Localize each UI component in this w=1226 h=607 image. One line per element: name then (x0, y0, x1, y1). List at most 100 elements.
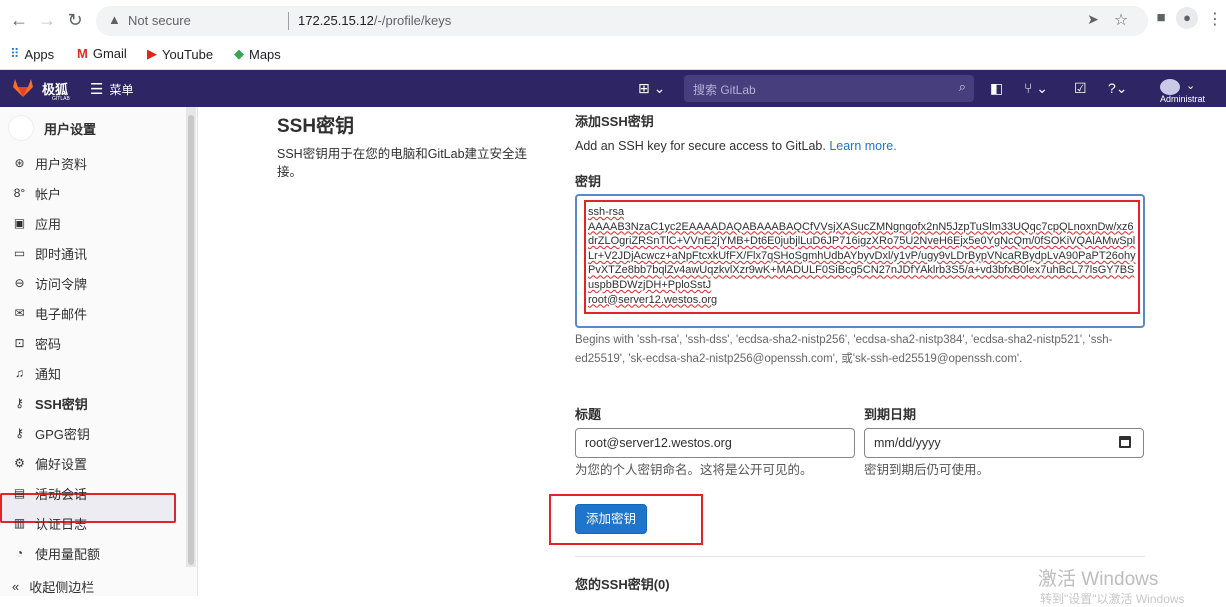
merge-requests-icon[interactable]: ⑂ ⌄ (1024, 80, 1048, 97)
sidebar-item-profile[interactable]: ⊛ 用户资料 (12, 152, 87, 174)
security-label: Not secure (128, 13, 191, 28)
sidebar-item-label: 即时通讯 (35, 246, 88, 262)
avatar[interactable] (1160, 79, 1180, 95)
sidebar-title: 用户设置 (44, 121, 97, 137)
activation-watermark-sub: 转到"设置"以激活 Windows (1040, 592, 1185, 606)
key-comment: root@server12.westos.org (588, 293, 718, 306)
apps-grid-icon: ⠿ (10, 46, 20, 61)
form-subtitle: Add an SSH key for secure access to GitL… (575, 139, 897, 153)
sidebar-item-label: 偏好设置 (35, 456, 88, 472)
back-icon[interactable]: ← (8, 8, 30, 32)
create-new-icon[interactable]: ⊞ ⌄ (638, 80, 665, 97)
search-icon: ⌕ (958, 79, 966, 94)
sidebar-item-access-tokens[interactable]: ⊖ 访问令牌 (12, 272, 87, 294)
sidebar-item-label: 活动会话 (35, 486, 88, 502)
address-bar[interactable]: ▲ Not secure 172.25.15.12/-/profile/keys… (96, 6, 1148, 36)
sidebar-item-label: GPG密钥 (35, 426, 90, 442)
key-hint: Begins with 'ssh-rsa', 'ssh-dss', 'ecdsa… (575, 334, 1113, 365)
title-label: 标题 (575, 407, 602, 422)
sidebar-item-label: SSH密钥 (35, 396, 88, 412)
warning-icon: ▲ (108, 12, 121, 27)
sidepanel-icon[interactable]: ■ (1150, 9, 1172, 26)
star-icon[interactable]: ☆ (1110, 10, 1132, 30)
title-hint: 为您的个人密钥命名。这将是公开可见的。 (575, 463, 813, 477)
sidebar-item-ssh-keys[interactable]: ⚷ SSH密钥 (12, 392, 88, 414)
bookmark-gmail[interactable]: M Gmail (77, 46, 127, 61)
calendar-icon[interactable] (1119, 436, 1131, 448)
hamburger-icon: ☰ (90, 81, 104, 98)
sidebar-item-label: 使用量配额 (35, 546, 101, 562)
menu-label: 菜单 (109, 82, 134, 97)
gmail-icon: M (77, 46, 88, 61)
sidebar-item-active-sessions[interactable]: ▤ 活动会话 (12, 482, 87, 504)
key-body: AAAAB3NzaC1yc2EAAAADAQABAAABAQCfVVsjXASu… (588, 220, 1136, 291)
url-path: /-/profile/keys (373, 13, 452, 28)
sidebar-item-notifications[interactable]: ♫ 通知 (12, 362, 61, 384)
chat-icon: ▭ (13, 246, 26, 260)
issues-icon[interactable]: ◧ (990, 80, 1003, 97)
bookmark-maps[interactable]: ◆ Maps (234, 46, 281, 62)
main-menu-button[interactable]: ☰ 菜单 (90, 80, 133, 98)
key-icon: ⚷ (15, 396, 24, 410)
bookmark-label: Gmail (92, 46, 127, 61)
reload-icon[interactable]: ↻ (64, 8, 86, 32)
page-description: SSH密钥用于在您的电脑和GitLab建立安全连接。 (277, 147, 528, 179)
learn-more-link[interactable]: Learn more. (829, 139, 896, 153)
mail-icon: ✉ (14, 306, 25, 320)
title-input[interactable]: root@server12.westos.org (575, 428, 855, 458)
forward-icon[interactable]: → (36, 8, 58, 32)
user-icon: ⊛ (14, 156, 25, 170)
collapse-label: 收起侧边栏 (29, 580, 95, 595)
sidebar-item-applications[interactable]: ▣ 应用 (12, 212, 61, 234)
avatar (8, 115, 34, 141)
more-menu-icon[interactable]: ⋮ (1204, 9, 1226, 29)
section-divider (575, 556, 1145, 557)
search-input[interactable]: 搜索 GitLab ⌕ (684, 75, 974, 102)
gitlab-header: 极狐 GITLAB ☰ 菜单 ⊞ ⌄ 搜索 GitLab ⌕ ◧ ⑂ ⌄ ☑ ?⌄ … (0, 70, 1226, 107)
sidebar-item-label: 通知 (35, 366, 62, 382)
user-label[interactable]: Administrat (1160, 94, 1205, 104)
sidebar-item-account[interactable]: 8° 帐户 (12, 182, 61, 204)
sidebar-item-chat[interactable]: ▭ 即时通讯 (12, 242, 87, 264)
maps-icon: ◆ (234, 46, 244, 61)
todo-icon[interactable]: ☑ (1074, 80, 1087, 97)
help-icon[interactable]: ?⌄ (1108, 80, 1128, 97)
sidebar-item-usage-quotas[interactable]: ◔ 使用量配额 (12, 542, 100, 564)
sidebar-item-emails[interactable]: ✉ 电子邮件 (12, 302, 87, 324)
expiry-date-input[interactable]: mm/dd/yyyy (864, 428, 1144, 458)
url-text: 172.25.15.12/-/profile/keys (298, 13, 451, 28)
sidebar-item-label: 认证日志 (35, 516, 88, 532)
collapse-sidebar-button[interactable]: « 收起侧边栏 (12, 577, 94, 596)
add-key-button[interactable]: 添加密钥 (575, 504, 647, 534)
sidebar-item-label: 应用 (35, 216, 62, 232)
sidebar-item-auth-log[interactable]: ▥ 认证日志 (12, 512, 87, 534)
bookmark-label: Apps (24, 46, 55, 62)
sidebar-item-password[interactable]: ⊡ 密码 (12, 332, 61, 354)
scrollbar-thumb[interactable] (188, 115, 194, 565)
sidebar-item-gpg-keys[interactable]: ⚷ GPG密钥 (12, 422, 90, 444)
form-title: 添加SSH密钥 (575, 114, 654, 129)
youtube-icon: ▶ (147, 46, 157, 61)
bookmark-youtube[interactable]: ▶ YouTube (147, 46, 213, 62)
settings-sidebar: 用户设置 ⊛ 用户资料 8° 帐户 ▣ 应用 ▭ 即时通讯 ⊖ 访问令牌 ✉ 电子邮件 ⊡ 密… (0, 107, 198, 596)
key-icon: ⚷ (15, 426, 24, 440)
sidebar-header[interactable]: 用户设置 (8, 115, 96, 141)
account-icon: 8° (13, 186, 26, 200)
sidebar-scrollbar[interactable] (186, 107, 196, 567)
bookmark-apps[interactable]: ⠿ Apps (10, 46, 54, 62)
sidebar-item-preferences[interactable]: ⚙ 偏好设置 (12, 452, 87, 474)
sidebar-item-label: 帐户 (35, 186, 62, 202)
activation-watermark: 激活 Windows (1038, 569, 1159, 590)
url-host: 172.25.15.12 (298, 13, 374, 28)
your-keys-heading: 您的SSH密钥(0) (575, 577, 670, 592)
bookmark-label: YouTube (162, 46, 214, 62)
sidebar-item-label: 电子邮件 (35, 306, 88, 322)
log-icon: ▥ (13, 516, 26, 530)
gitlab-brand[interactable]: 极狐 GITLAB (42, 79, 70, 102)
profile-icon[interactable]: ● (1176, 7, 1198, 29)
share-icon[interactable]: ➤ (1082, 11, 1104, 28)
chevron-down-icon[interactable]: ⌄ (1186, 79, 1195, 92)
key-text: ssh-rsa AAAAB3NzaC1yc2EAAAADAQABAAABAQCf… (588, 205, 1136, 307)
gitlab-logo-icon[interactable] (12, 78, 34, 98)
key-textarea[interactable]: ssh-rsa AAAAB3NzaC1yc2EAAAADAQABAAABAQCf… (575, 194, 1145, 328)
